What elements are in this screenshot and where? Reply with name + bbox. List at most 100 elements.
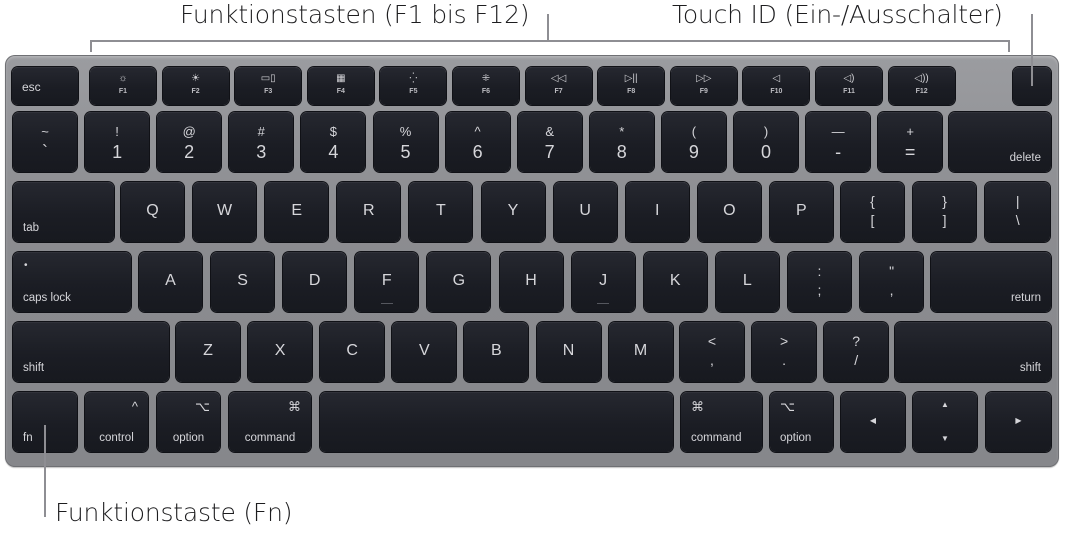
key-shift-left-label: shift [23, 362, 45, 374]
key-p[interactable]: P [769, 182, 833, 242]
key-punctuation[interactable]: ", [860, 252, 924, 312]
keyboard-backlight-down-icon: ⁛ [409, 73, 418, 84]
key-command-left[interactable]: ⌘ command [229, 392, 311, 452]
key-d[interactable]: D [283, 252, 347, 312]
key-f6[interactable]: ⁜ F6 [453, 67, 519, 105]
key-punctuation[interactable]: <, [680, 322, 744, 382]
key-primary-symbol: 8 [616, 142, 627, 162]
key-caps-lock[interactable]: • caps lock [13, 252, 131, 312]
key-shift-left[interactable]: shift [13, 322, 169, 382]
key-bracket[interactable]: {[ [841, 182, 904, 242]
fast-forward-icon: ▷▷ [696, 73, 712, 84]
option-icon: ⌥ [195, 399, 210, 414]
key-punctuation[interactable]: ? / [824, 322, 889, 382]
key-f11[interactable]: ◁) F11 [816, 67, 882, 105]
key-v[interactable]: V [392, 322, 457, 382]
key-u[interactable]: U [553, 182, 617, 242]
key-number[interactable]: — - [806, 112, 871, 172]
caps-lock-indicator-icon: • [24, 260, 28, 271]
key-letter: K [669, 272, 681, 289]
key-f2[interactable]: ☀ F2 [162, 67, 229, 105]
key-primary-symbol: ` [42, 142, 48, 162]
key-number[interactable]: ~ ` [13, 112, 77, 172]
key-shift-symbol: " [889, 263, 895, 279]
key-number[interactable]: + = [878, 112, 943, 172]
key-e[interactable]: E [265, 182, 329, 242]
key-f10[interactable]: ◁ F10 [743, 67, 810, 105]
key-a[interactable]: A [139, 252, 202, 312]
key-letter: S [237, 272, 248, 289]
key-number[interactable]: ! 1 [85, 112, 150, 172]
key-f[interactable]: F [355, 252, 419, 312]
key-shift-symbol: { [870, 193, 875, 209]
key-j[interactable]: J [571, 252, 635, 312]
key-x[interactable]: X [248, 322, 313, 382]
key-b[interactable]: B [464, 322, 529, 382]
key-primary-symbol: 3 [256, 142, 267, 162]
key-number[interactable]: $4 [301, 112, 366, 172]
key-g[interactable]: G [427, 252, 491, 312]
key-letter: Q [146, 202, 159, 219]
key-number[interactable]: & 7 [517, 112, 582, 172]
key-arrow-up-down[interactable]: ▲ ▼ [913, 392, 977, 452]
key-control[interactable]: ^ control [85, 392, 148, 452]
key-bracket[interactable]: }] [913, 182, 977, 242]
key-z[interactable]: Z [176, 322, 240, 382]
key-number[interactable]: (9 [661, 112, 726, 172]
key-punctuation[interactable]: >. [752, 322, 817, 382]
key-r[interactable]: R [337, 182, 401, 242]
key-shift-right[interactable]: shift [895, 322, 1051, 382]
key-letter: O [723, 202, 736, 219]
key-primary-symbol: 6 [472, 142, 483, 162]
key-shift-symbol: } [942, 193, 947, 209]
key-m[interactable]: M [608, 322, 673, 382]
key-letter: Y [507, 202, 519, 219]
key-t[interactable]: T [409, 182, 473, 242]
brightness-up-icon: ☀ [191, 73, 201, 84]
key-w[interactable]: W [193, 182, 257, 242]
key-number[interactable]: #3 [229, 112, 294, 172]
key-f5[interactable]: ⁛ F5 [380, 67, 447, 105]
key-punctuation[interactable]: :; [788, 252, 851, 312]
key-i[interactable]: I [625, 182, 689, 242]
key-f3[interactable]: ▭▯ F3 [235, 67, 302, 105]
key-number[interactable]: ) 0 [734, 112, 798, 172]
key-primary-symbol: - [835, 142, 842, 162]
key-y[interactable]: Y [481, 182, 545, 242]
rewind-icon: ◁◁ [550, 73, 567, 84]
key-l[interactable]: L [715, 252, 779, 312]
key-n[interactable]: N [536, 322, 601, 382]
key-k[interactable]: K [643, 252, 707, 312]
key-f7[interactable]: ◁◁ F7 [525, 67, 592, 105]
volume-down-icon: ◁) [843, 73, 855, 84]
key-option-left[interactable]: ⌥ option [157, 392, 220, 452]
key-number[interactable]: * 8 [589, 112, 654, 172]
key-number[interactable]: @2 [157, 112, 222, 172]
key-option-right[interactable]: ⌥ option [770, 392, 833, 452]
key-esc[interactable]: esc [12, 67, 78, 105]
key-f9[interactable]: ▷▷ F9 [670, 67, 737, 105]
callout-fn-key: Funktionstaste (Fn) [55, 498, 293, 527]
key-q[interactable]: Q [121, 182, 184, 242]
key-arrow-left[interactable]: ◀ [841, 392, 905, 452]
key-s[interactable]: S [211, 252, 275, 312]
home-key-bump [597, 303, 610, 304]
key-delete[interactable]: delete [949, 112, 1051, 172]
key-number[interactable]: % 5 [373, 112, 438, 172]
key-space[interactable] [320, 392, 673, 452]
key-letter: U [579, 202, 591, 219]
key-number[interactable]: ^ 6 [445, 112, 510, 172]
key-c[interactable]: C [320, 322, 385, 382]
key-command-right[interactable]: ⌘ command [681, 392, 762, 452]
key-bracket[interactable]: | \ [985, 182, 1051, 242]
key-f4[interactable]: ▦ F4 [307, 67, 374, 105]
key-o[interactable]: O [697, 182, 761, 242]
key-f12[interactable]: ◁)) F12 [888, 67, 955, 105]
key-f8[interactable]: ▷|| F8 [598, 67, 665, 105]
key-arrow-right[interactable]: ▶ [986, 392, 1051, 452]
key-tab[interactable]: tab [13, 182, 114, 242]
key-h[interactable]: H [499, 252, 563, 312]
key-shift-symbol: | [1015, 193, 1020, 209]
key-f1[interactable]: ☼ F1 [90, 67, 156, 105]
key-return[interactable]: return [931, 252, 1051, 312]
